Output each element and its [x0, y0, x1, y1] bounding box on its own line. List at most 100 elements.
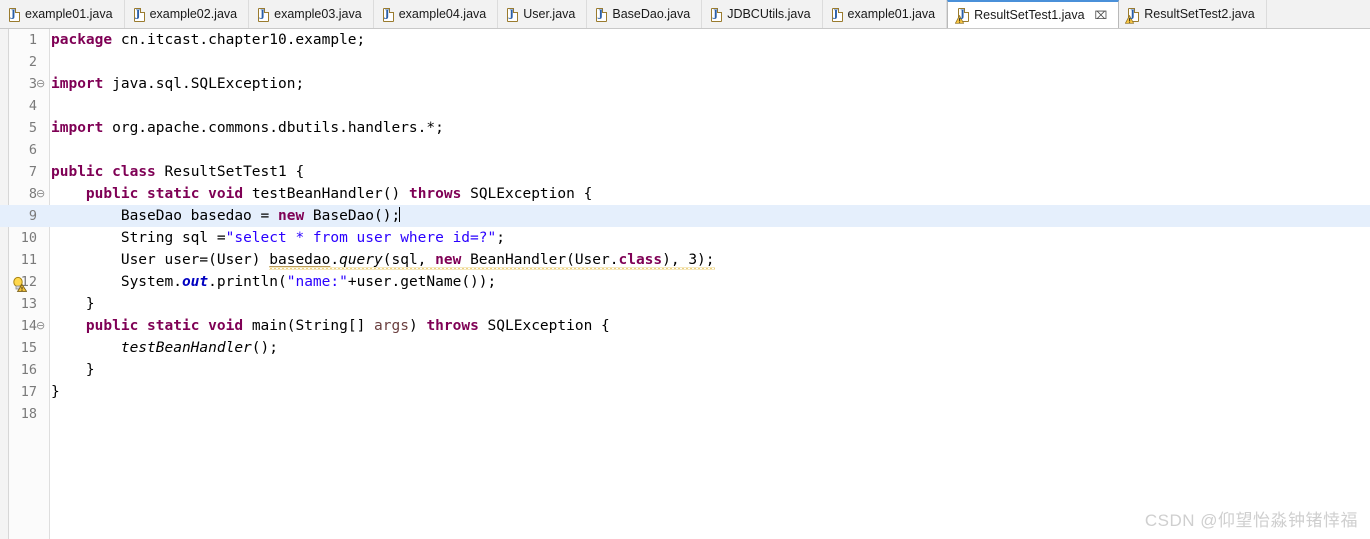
token-keyword: import	[51, 76, 104, 92]
line-number: 1	[28, 32, 37, 48]
java-file-icon	[9, 7, 20, 22]
token-keyword: class	[112, 164, 156, 180]
token-text: org.apache.commons.dbutils.handlers.*;	[103, 120, 444, 136]
token-text: )	[408, 318, 427, 334]
line-number: 17	[20, 384, 37, 400]
code-line-6[interactable]	[51, 139, 1370, 161]
token-text: System.	[120, 274, 182, 290]
tab-example03-java[interactable]: example03.java	[249, 0, 374, 28]
tab-basedao-java[interactable]: BaseDao.java	[587, 0, 703, 28]
code-line-2[interactable]	[51, 51, 1370, 73]
tab-label: User.java	[523, 7, 576, 22]
token-keyword: throws	[408, 186, 462, 202]
warning-triangle-icon	[1125, 14, 1135, 24]
token-text: java.sql.SQLException;	[103, 76, 305, 92]
close-icon[interactable]: ⌧	[1095, 10, 1108, 21]
warning-triangle-icon	[955, 15, 965, 24]
tab-example04-java[interactable]: example04.java	[373, 0, 499, 28]
line-number: 16	[20, 362, 37, 378]
line-number: 9	[28, 208, 37, 224]
tab-label: example01.java	[25, 7, 113, 22]
tab-example02-java[interactable]: example02.java	[124, 0, 250, 28]
code-line-13[interactable]: }	[51, 293, 1370, 315]
tab-example01-java-2[interactable]: example01.java	[822, 0, 948, 28]
tab-resultsettest2-java[interactable]: ResultSetTest2.java	[1119, 0, 1267, 28]
line-number: 13	[20, 296, 37, 312]
tab-label: example02.java	[149, 7, 238, 22]
token-text: (sql,	[382, 252, 436, 268]
code-line-18[interactable]	[51, 403, 1370, 425]
code-line-9[interactable]: BaseDao basedao = new BaseDao();	[51, 205, 1370, 227]
code-line-15[interactable]: testBeanHandler();	[51, 337, 1370, 359]
token-variable: basedao	[269, 252, 331, 268]
fold-toggle-line-3[interactable]: ⊖	[36, 73, 48, 95]
java-file-warning-icon	[1125, 7, 1140, 24]
token-text: User user=(User)	[120, 252, 270, 268]
token-method: testBeanHandler	[120, 340, 252, 356]
java-file-icon	[831, 7, 843, 22]
code-line-4[interactable]	[51, 95, 1370, 117]
token-text: String sql =	[120, 230, 226, 246]
line-number: 6	[28, 142, 37, 158]
fold-toggle-line-8[interactable]: ⊖	[36, 183, 48, 205]
token-keyword: static	[147, 186, 200, 202]
line-number: 4	[28, 98, 37, 114]
code-line-17[interactable]: }	[51, 381, 1370, 403]
token-string: "name:"	[286, 274, 348, 290]
token-text: ResultSetTest1 {	[155, 164, 305, 180]
tab-resultsettest1-java[interactable]: ResultSetTest1.java ⌧	[947, 0, 1120, 28]
code-line-12[interactable]: System.out.println("name:"+user.getName(…	[51, 271, 1370, 293]
code-line-5[interactable]: import org.apache.commons.dbutils.handle…	[51, 117, 1370, 139]
tab-label: example04.java	[398, 7, 487, 22]
code-line-1[interactable]: package cn.itcast.chapter10.example;	[51, 29, 1370, 51]
line-number: 3	[28, 76, 37, 92]
token-text: }	[51, 362, 95, 378]
token-text: .println(	[208, 274, 287, 290]
line-number: 15	[20, 340, 37, 356]
token-keyword: void	[208, 186, 244, 202]
java-file-icon	[382, 7, 394, 22]
code-text-area[interactable]: package cn.itcast.chapter10.example; imp…	[51, 29, 1370, 539]
token-text: +user.getName());	[347, 274, 497, 290]
code-line-16[interactable]: }	[51, 359, 1370, 381]
token-parameter: args	[374, 318, 409, 334]
token-keyword: package	[51, 32, 113, 48]
token-text: ;	[496, 230, 505, 246]
line-number: 8	[28, 186, 37, 202]
line-number: 5	[28, 120, 37, 136]
tab-label: ResultSetTest2.java	[1144, 7, 1255, 22]
token-keyword: import	[51, 120, 104, 136]
line-number: 10	[20, 230, 37, 246]
token-keyword: new	[277, 208, 305, 224]
token-keyword: public	[85, 186, 139, 202]
fold-toggle-line-14[interactable]: ⊖	[36, 315, 48, 337]
code-line-10[interactable]: String sql ="select * from user where id…	[51, 227, 1370, 249]
tab-label: example03.java	[274, 7, 362, 22]
code-line-14[interactable]: public static void main(String[] args) t…	[51, 315, 1370, 337]
tab-jdbcutils-java[interactable]: JDBCUtils.java	[702, 0, 823, 28]
token-text: }	[51, 296, 95, 312]
warning-lightbulb-icon[interactable]	[11, 276, 28, 292]
line-number: 14	[20, 318, 37, 334]
code-line-11[interactable]: User user=(User) basedao.query(sql, new …	[51, 249, 1370, 271]
token-text: ), 3);	[662, 252, 715, 268]
code-line-7[interactable]: public class ResultSetTest1 {	[51, 161, 1370, 183]
line-number: 2	[28, 54, 37, 70]
token-text: BaseDao();	[304, 208, 401, 224]
token-text: main(String[]	[243, 318, 375, 334]
eclipse-editor-window: example01.java example02.java example03.…	[0, 0, 1370, 539]
token-keyword: void	[208, 318, 244, 334]
token-string: "select * from user where id=?"	[225, 230, 497, 246]
code-editor[interactable]: 1 2 3 4 5 6 7 8 9 10 11 12 13 14 15 16 1…	[0, 29, 1370, 539]
tab-user-java[interactable]: User.java	[498, 0, 588, 28]
code-line-3[interactable]: import java.sql.SQLException;	[51, 73, 1370, 95]
editor-tab-bar: example01.java example02.java example03.…	[0, 0, 1370, 29]
token-text: testBeanHandler()	[243, 186, 409, 202]
tab-example01-java-1[interactable]: example01.java	[0, 0, 125, 28]
code-line-8[interactable]: public static void testBeanHandler() thr…	[51, 183, 1370, 205]
